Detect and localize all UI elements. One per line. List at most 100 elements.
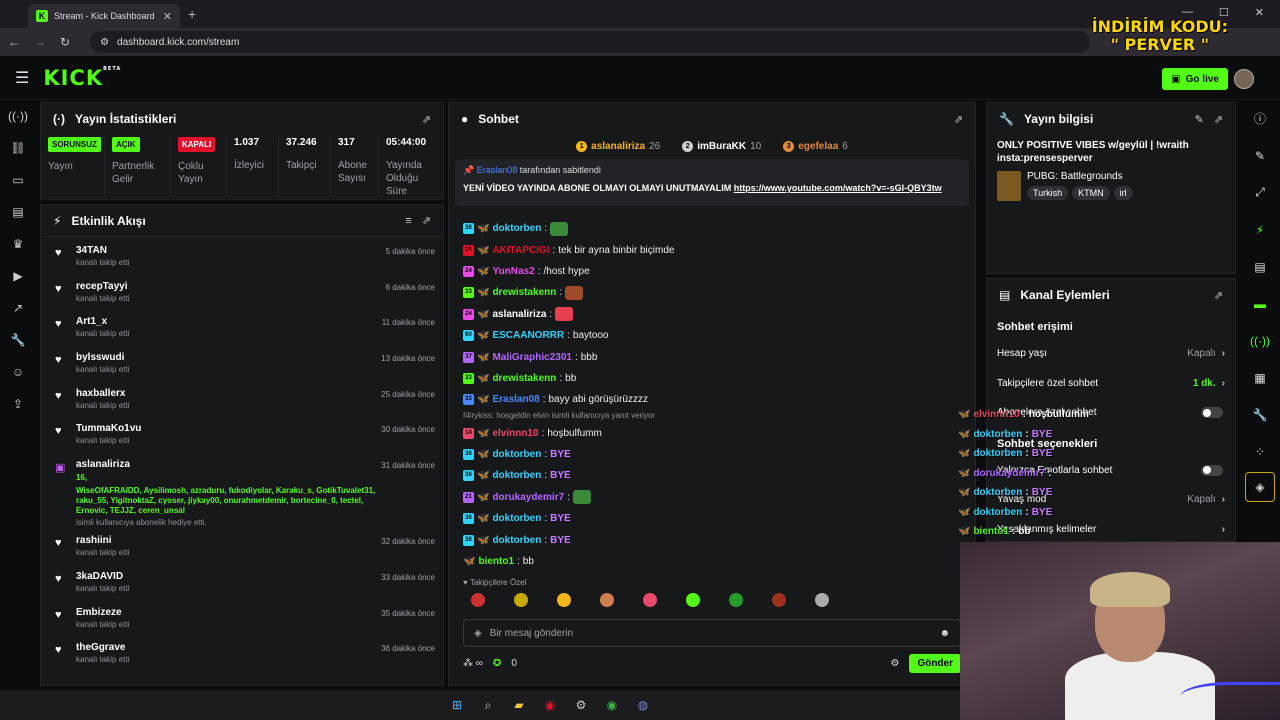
chat-message[interactable]: 30 🦋 AKITAPCIGI: tek bir ayna binbir biçimd… (463, 239, 965, 260)
chat-message[interactable]: 37 🦋 MaliGraphic2301: bbb (463, 346, 965, 367)
avatar[interactable] (1234, 69, 1254, 89)
expand-icon[interactable]: ⤢ (1240, 174, 1280, 211)
emote-icon[interactable] (815, 593, 829, 608)
chrome-icon[interactable]: ◉ (541, 696, 559, 714)
chat-message[interactable]: 36 🦋 doktorben: (463, 218, 965, 239)
tag-pill[interactable]: Turkish (1027, 186, 1069, 200)
chat-username[interactable]: aslanaliriza (492, 309, 546, 320)
users-icon[interactable]: ☺ (0, 356, 36, 388)
broadcast-icon[interactable]: ((·)) (1240, 322, 1280, 359)
option-row[interactable]: Hesap yaşı Kapalı › (987, 339, 1235, 369)
chat-icon[interactable]: ▬ (1240, 285, 1280, 322)
toggle-switch[interactable] (1201, 407, 1223, 419)
list-item[interactable]: ♥ recepTayyi kanalı takip etti 6 dakika önc… (41, 277, 443, 313)
info-icon[interactable]: ⓘ (1240, 100, 1280, 137)
link-icon[interactable]: ⛓ (0, 132, 36, 164)
wrench-icon[interactable]: 🔧 (0, 324, 36, 356)
chat-username[interactable]: doktorben (492, 470, 541, 481)
new-tab-icon[interactable]: + (188, 6, 196, 22)
send-button[interactable]: Gönder (909, 653, 961, 673)
list-item[interactable]: ♥ TummaKo1vu kanalı takip etti 30 dakika ön… (41, 419, 443, 455)
chat-message[interactable]: 36 🦋 doktorben: BYE (463, 508, 965, 529)
close-window-icon[interactable]: ✕ (1255, 6, 1264, 19)
activity-username[interactable]: theGgrave (76, 642, 381, 653)
activity-username[interactable]: recepTayyi (76, 281, 386, 292)
chevron-right-icon[interactable]: › (1222, 348, 1225, 359)
trophy-icon[interactable]: ♛ (0, 228, 36, 260)
toggle-switch[interactable] (1201, 464, 1223, 476)
leaderboard-entry[interactable]: 3 egefelaa 6 (783, 140, 848, 152)
chat-message[interactable]: 36 🦋 doktorben: BYE (463, 444, 965, 465)
chat-username[interactable]: dorukaydemir7 (492, 492, 564, 503)
option-row[interactable]: Takipçilere özel sohbet 1 dk. › (987, 369, 1235, 399)
activity-username[interactable]: 34TAN (76, 245, 386, 256)
back-icon[interactable]: ← (8, 35, 20, 49)
activity-username[interactable]: Embizeze (76, 607, 381, 618)
reload-icon[interactable]: ↻ (60, 35, 70, 49)
chevron-right-icon[interactable]: › (1222, 494, 1225, 505)
list-item[interactable]: ♥ haxballerx kanalı takip etti 25 dakika ön… (41, 384, 443, 420)
list-item[interactable]: ♥ theGgrave kanalı takip etti 36 dakika önc… (41, 638, 443, 674)
video-icon[interactable]: ▶ (0, 260, 36, 292)
list-item[interactable]: ♥ rashiini kanalı takip etti 32 dakika önce (41, 531, 443, 567)
list-item[interactable]: ♥ bylsswudi kanalı takip etti 13 dakika önc… (41, 348, 443, 384)
popout-icon[interactable]: ⇗ (1214, 113, 1223, 126)
chat-username[interactable]: drewistakenn (492, 287, 556, 298)
infinity-icon[interactable]: ⁂ ∞ (463, 658, 483, 669)
stream-icon[interactable]: ((·)) (0, 100, 36, 132)
chat-message[interactable]: 14 🦋 elvinnn10: hoşbulfumm (463, 423, 965, 444)
chat-username[interactable]: drewistakenn (492, 373, 556, 384)
settings-icon[interactable]: ⚙ (890, 658, 899, 669)
chrome-icon[interactable]: ◉ (603, 696, 621, 714)
folder-icon[interactable]: ▰ (510, 696, 528, 714)
chat-username[interactable]: MaliGraphic2301 (492, 352, 571, 363)
chat-username[interactable]: YunNas2 (492, 266, 534, 277)
wrench-icon[interactable]: 🔧 (1240, 396, 1280, 433)
browser-tab[interactable]: K Stream - Kick Dashboard ✕ (28, 4, 180, 28)
document-icon[interactable]: ▤ (1240, 248, 1280, 285)
chat-message[interactable]: 33 🦋 drewistakenn: (463, 282, 965, 303)
chevron-right-icon[interactable]: › (1222, 378, 1225, 389)
chat-username[interactable]: ESCAANORRR (492, 330, 564, 341)
chat-message[interactable]: 33 🦋 drewistakenn: bb (463, 368, 965, 389)
list-item[interactable]: ♥ 34TAN kanalı takip etti 5 dakika önce (41, 241, 443, 277)
analytics-icon[interactable]: ▤ (0, 196, 36, 228)
chat-username[interactable]: doktorben (492, 223, 541, 234)
search-icon[interactable]: ⌕ (479, 696, 497, 714)
chat-message[interactable]: 21 🦋 dorukaydemir7: (463, 487, 965, 508)
chat-message[interactable]: 🦋 biento1: bb (463, 551, 965, 572)
emote-icon[interactable] (471, 593, 485, 608)
chat-message[interactable]: 24 🦋 YunNas2:/host hype (463, 261, 965, 282)
chat-input[interactable]: ◈ Bir mesaj gönderin ☻ (463, 619, 961, 648)
emote-icon[interactable] (729, 593, 743, 608)
pinned-link[interactable]: https://www.youtube.com/watch?v=-sGI-QBY… (734, 183, 942, 193)
activity-username[interactable]: haxballerx (76, 388, 381, 399)
chat-message[interactable]: 36 🦋 doktorben: BYE (463, 529, 965, 550)
emote-icon[interactable] (686, 593, 700, 608)
popout-icon[interactable]: ⇗ (1214, 289, 1223, 302)
kick-logo[interactable]: KICKBETA (43, 66, 121, 90)
leaderboard-entry[interactable]: 2 imBuraKK 10 (682, 140, 761, 152)
popout-icon[interactable]: ⇗ (422, 113, 431, 126)
emoji-icon[interactable]: ☻ (939, 628, 950, 639)
popout-icon[interactable]: ⇗ (954, 113, 963, 126)
windows-start-icon[interactable]: ⊞ (448, 696, 466, 714)
chat-username[interactable]: doktorben (492, 513, 541, 524)
activity-username[interactable]: aslanaliriza (76, 459, 381, 470)
list-item[interactable]: ♥ Art1_x kanalı takip etti 11 dakika önce (41, 312, 443, 348)
site-info-icon[interactable]: ⚙ (100, 37, 109, 48)
pen-icon[interactable]: ✎ (1240, 137, 1280, 174)
edit-icon[interactable]: ✎ (1195, 113, 1204, 126)
chat-message[interactable]: 60 🦋 ESCAANORRR: baytooo (463, 325, 965, 346)
go-live-button[interactable]: ▣ Go live (1162, 68, 1228, 90)
shield-icon[interactable]: ◈ (1245, 472, 1275, 502)
emote-icon[interactable] (514, 593, 528, 608)
chat-username[interactable]: AKITAPCIGI (492, 245, 549, 256)
emote-icon[interactable] (772, 593, 786, 608)
menu-icon[interactable]: ☰ (15, 68, 29, 88)
chevron-right-icon[interactable]: › (1222, 524, 1225, 535)
window-icon[interactable]: ▭ (0, 164, 36, 196)
chat-username[interactable]: elvinnn10 (492, 428, 538, 439)
list-item-gift[interactable]: ▣ aslanaliriza 16, WiseOfAFRAIDD, Aysilimos… (41, 455, 443, 531)
chat-message[interactable]: 33 🦋 Eraslan08: bayy abi görüşürüzzzz (463, 389, 965, 410)
